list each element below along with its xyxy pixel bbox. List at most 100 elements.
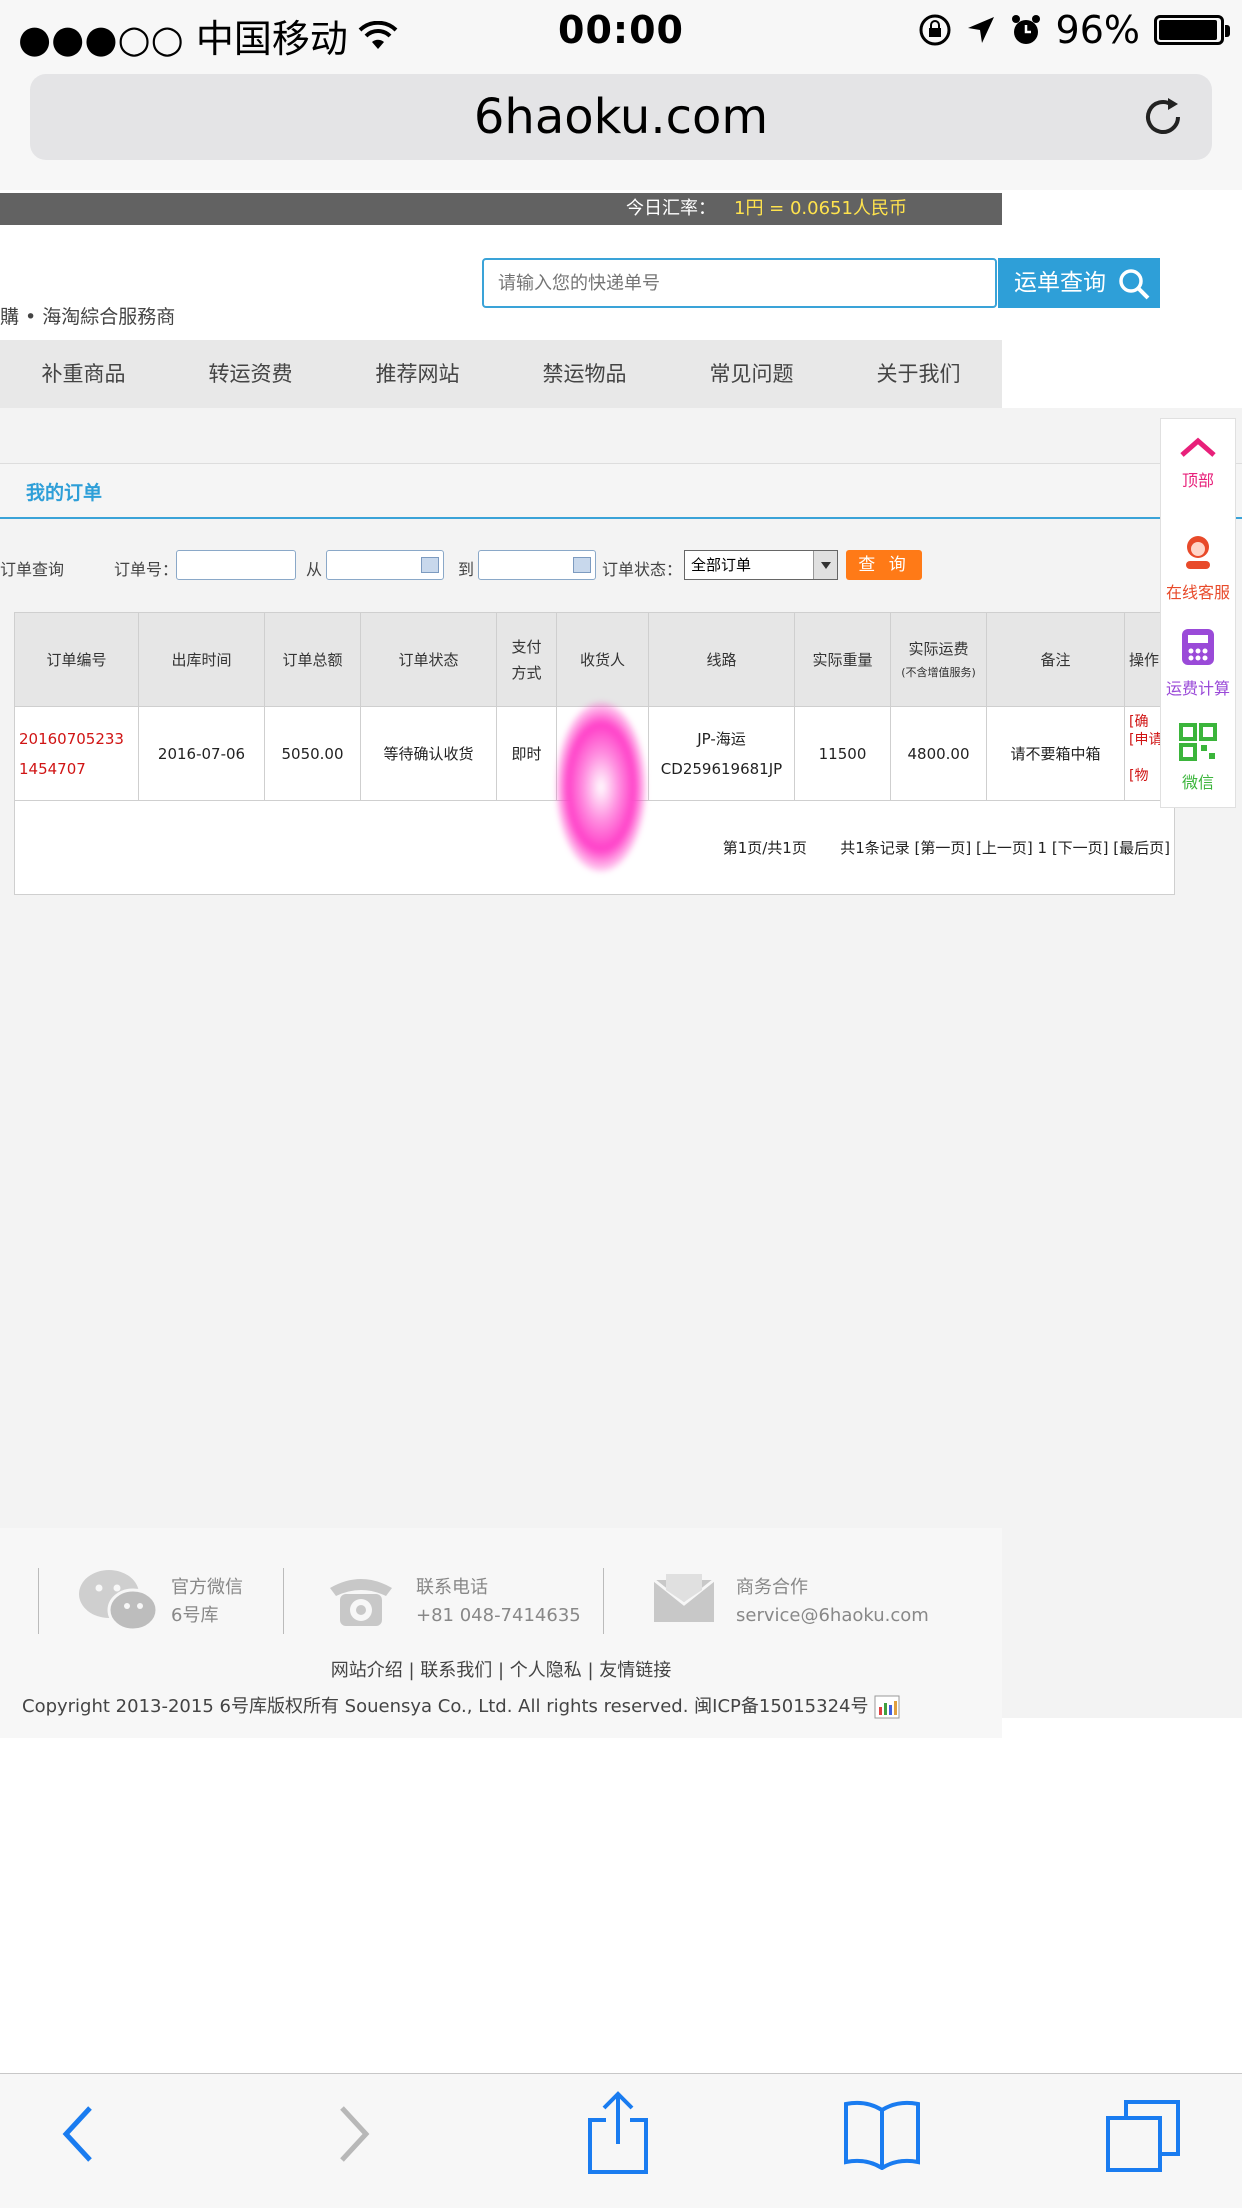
chevron-down-icon xyxy=(813,551,837,579)
status-bar: ●●●○○ 中国移动 00:00 96% xyxy=(0,0,1242,62)
col-order-no: 订单编号 xyxy=(14,612,139,707)
calendar-icon[interactable] xyxy=(421,557,439,573)
mail-icon xyxy=(653,1574,715,1622)
order-filter-bar: 订单查询 订单号： 从 到 订单状态： 全部订单 查 询 xyxy=(0,548,1000,584)
order-no-label: 订单号： xyxy=(114,560,179,579)
route: JP-海运 CD259619681JP xyxy=(648,706,795,801)
order-status: 等待确认收货 xyxy=(360,706,497,801)
wechat-title: 官方微信 xyxy=(171,1577,243,1598)
chevron-up-icon xyxy=(1180,437,1216,457)
nav-item-prohibited[interactable]: 禁运物品 xyxy=(501,340,668,408)
online-service-button[interactable]: 在线客服 xyxy=(1161,515,1235,611)
address-bar[interactable]: 6haoku.com xyxy=(30,74,1212,160)
qr-code-icon xyxy=(1179,723,1217,761)
customer-service-icon xyxy=(1186,536,1210,569)
col-freight-note: (不含增值服务) xyxy=(901,665,976,679)
redaction-blur xyxy=(556,702,646,872)
page-info: 第1页/共1页 xyxy=(722,838,807,857)
order-number[interactable]: 20160705233 1454707 xyxy=(14,706,139,801)
web-page: 今日汇率： 1円 = 0.0651人民币 購 • 海淘綜合服務商 运单查询 补重… xyxy=(0,190,1242,2073)
float-label-top: 顶部 xyxy=(1181,471,1214,490)
location-icon xyxy=(967,17,994,43)
order-status-select[interactable]: 全部订单 xyxy=(684,550,838,580)
nav-item-supplement[interactable]: 补重商品 xyxy=(0,340,167,408)
order-no-input[interactable] xyxy=(176,550,296,580)
tab-my-orders[interactable]: 我的订单 xyxy=(26,478,102,505)
wechat-name: 6号库 xyxy=(171,1605,219,1626)
tracking-search-button[interactable]: 运单查询 xyxy=(998,258,1160,308)
float-label-calc: 运费计算 xyxy=(1165,679,1230,698)
col-payment: 支付方式 xyxy=(496,612,557,707)
back-icon[interactable] xyxy=(58,2098,98,2168)
from-label: 从 xyxy=(306,560,323,579)
calendar-icon[interactable] xyxy=(573,557,591,573)
nav-item-fees[interactable]: 转运资费 xyxy=(167,340,334,408)
tracking-number: CD259619681JP xyxy=(660,759,783,778)
pager-links[interactable]: 共1条记录 [第一页] [上一页] 1 [下一页] [最后页] xyxy=(840,839,1170,857)
actual-freight: 4800.00 xyxy=(890,706,987,801)
telephone-icon xyxy=(330,1579,392,1626)
forward-icon[interactable] xyxy=(334,2098,374,2168)
tabs-icon[interactable] xyxy=(1104,2098,1182,2176)
orders-tab-bar: 我的订单 xyxy=(0,463,1242,519)
battery-percent: 96% xyxy=(1055,8,1140,52)
route-line: JP-海运 xyxy=(697,729,746,748)
footer-links[interactable]: 网站介绍 | 联系我们 | 个人隐私 | 友情链接 xyxy=(0,1656,1002,1682)
order-number-part2: 1454707 xyxy=(19,759,86,778)
site-footer: 官方微信 6号库 联系电话 +81 048-7414635 商务合作 servi… xyxy=(0,1528,1002,1738)
footer-phone: 联系电话 +81 048-7414635 xyxy=(284,1568,604,1634)
table-header-row: 订单编号 出库时间 订单总额 订单状态 支付方式 收货人 线路 实际重量 实际运… xyxy=(14,612,1175,707)
business-email[interactable]: service@6haoku.com xyxy=(736,1605,929,1626)
filter-title: 订单查询 xyxy=(0,560,65,579)
alarm-icon xyxy=(1011,15,1040,44)
search-icon xyxy=(1119,269,1150,300)
action-apply-link[interactable]: [申请 xyxy=(1129,732,1162,748)
reload-icon[interactable] xyxy=(1138,92,1188,142)
from-date-input[interactable] xyxy=(326,550,444,580)
stats-badge-icon[interactable] xyxy=(874,1695,900,1719)
wechat-button[interactable]: 微信 xyxy=(1161,707,1235,803)
col-consignee: 收货人 xyxy=(556,612,649,707)
nav-item-faq[interactable]: 常见问题 xyxy=(668,340,835,408)
browser-chrome: 6haoku.com xyxy=(0,62,1242,190)
bookmarks-icon[interactable] xyxy=(842,2100,922,2170)
freight-calculator-button[interactable]: 运费计算 xyxy=(1161,611,1235,707)
col-freight-label: 实际运费 xyxy=(908,639,969,658)
col-payment-label: 支付方式 xyxy=(511,637,542,682)
action-confirm-link[interactable]: [确 xyxy=(1129,714,1148,730)
share-icon[interactable] xyxy=(586,2090,650,2176)
footer-business: 商务合作 service@6haoku.com xyxy=(604,1568,994,1634)
url-text: 6haoku.com xyxy=(473,89,769,145)
battery-icon xyxy=(1154,15,1230,45)
search-button-label: 运单查询 xyxy=(1014,270,1106,296)
nav-item-recommended[interactable]: 推荐网站 xyxy=(334,340,501,408)
content-area xyxy=(0,408,1242,1718)
status-label: 订单状态： xyxy=(602,560,683,579)
exchange-rate-bar: 今日汇率： 1円 = 0.0651人民币 xyxy=(0,193,1002,225)
col-total: 订单总额 xyxy=(264,612,361,707)
float-label-service: 在线客服 xyxy=(1165,583,1230,602)
payment-method: 即时 xyxy=(496,706,557,801)
tracking-search-input[interactable] xyxy=(482,258,997,308)
browser-toolbar xyxy=(0,2073,1242,2208)
rate-label: 今日汇率： xyxy=(626,198,716,219)
back-to-top-button[interactable]: 顶部 xyxy=(1161,419,1235,515)
copyright-text: Copyright 2013-2015 6号库版权所有 Souensya Co.… xyxy=(22,1692,900,1719)
ship-date: 2016-07-06 xyxy=(138,706,265,801)
action-logistics-link[interactable]: [物 xyxy=(1129,768,1148,784)
to-label: 到 xyxy=(458,560,475,579)
query-button[interactable]: 查 询 xyxy=(846,550,922,580)
main-nav: 补重商品 转运资费 推荐网站 禁运物品 常见问题 关于我们 xyxy=(0,340,1002,408)
to-date-input[interactable] xyxy=(478,550,596,580)
remark: 请不要箱中箱 xyxy=(986,706,1125,801)
rate-value: 1円 = 0.0651人民币 xyxy=(734,198,907,219)
business-title: 商务合作 xyxy=(736,1577,808,1598)
rotation-lock-icon xyxy=(919,14,951,46)
order-number-part1: 20160705233 xyxy=(19,729,124,748)
col-status: 订单状态 xyxy=(360,612,497,707)
col-remark: 备注 xyxy=(986,612,1125,707)
phone-number[interactable]: +81 048-7414635 xyxy=(416,1605,581,1626)
nav-item-about[interactable]: 关于我们 xyxy=(835,340,1002,408)
calculator-icon xyxy=(1182,629,1214,665)
copyright-line: Copyright 2013-2015 6号库版权所有 Souensya Co.… xyxy=(22,1696,869,1717)
